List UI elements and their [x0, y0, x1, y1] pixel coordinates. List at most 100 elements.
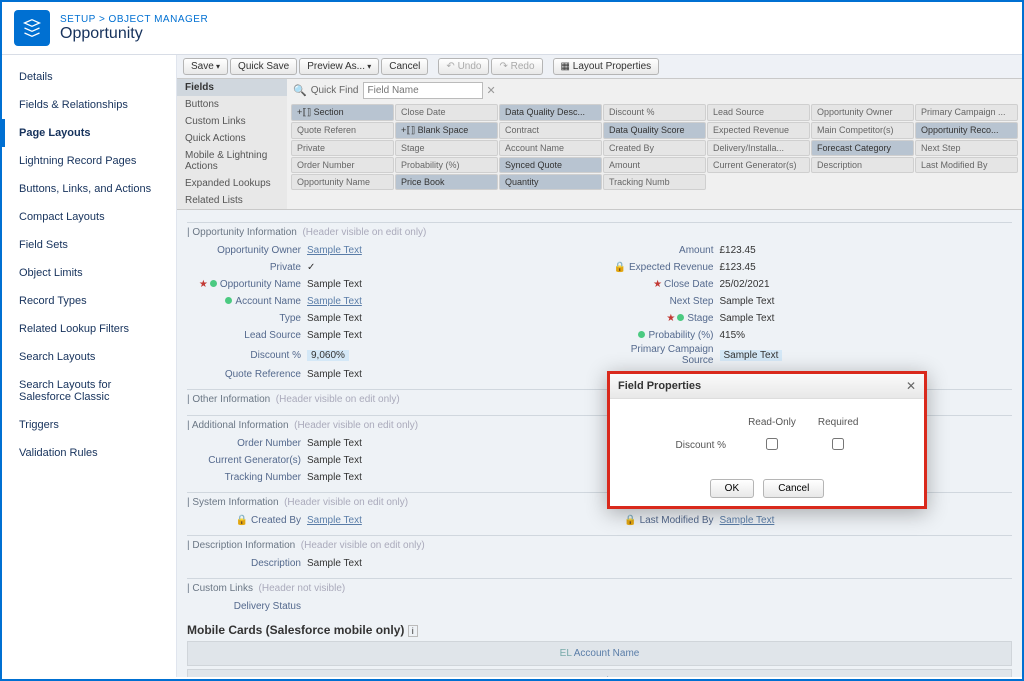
field-value[interactable]: Sample Text — [307, 296, 362, 307]
section-header: | Opportunity Information (Header visibl… — [187, 222, 1012, 242]
palette-field-chip[interactable]: Forecast Category — [811, 140, 914, 156]
palette-field-chip[interactable]: Quote Referen — [291, 122, 394, 139]
palette-category[interactable]: Expanded Lookups — [177, 175, 287, 192]
palette-field-chip[interactable]: Next Step — [915, 140, 1018, 156]
field-value[interactable]: £123.45 — [720, 262, 756, 273]
palette-field-chip[interactable]: Last Modified By — [915, 157, 1018, 173]
palette-field-chip[interactable]: Private — [291, 140, 394, 156]
cancel-button[interactable]: Cancel — [381, 58, 428, 75]
palette-field-chip[interactable]: Close Date — [395, 104, 498, 121]
app-frame: SETUP > OBJECT MANAGER Opportunity Detai… — [0, 0, 1024, 681]
field-value[interactable]: Sample Text — [307, 313, 362, 324]
palette-field-chip[interactable]: Synced Quote — [499, 157, 602, 173]
sidebar-item-validation-rules[interactable]: Validation Rules — [2, 439, 176, 467]
palette-field-chip[interactable]: Opportunity Name — [291, 174, 394, 190]
field-value[interactable]: Sample Text — [307, 245, 362, 256]
palette-field-chip[interactable]: Order Number — [291, 157, 394, 173]
field-value[interactable]: Sample Text — [307, 515, 362, 526]
field-value[interactable]: Sample Text — [307, 472, 362, 483]
palette-field-chip[interactable]: Contract — [499, 122, 602, 139]
field-value[interactable]: Sample Text — [307, 438, 362, 449]
field-value[interactable]: Sample Text — [307, 330, 362, 341]
sidebar-item-buttons-links-and-actions[interactable]: Buttons, Links, and Actions — [2, 175, 176, 203]
field-label: Current Generator(s) — [187, 455, 307, 466]
palette-category[interactable]: Quick Actions — [177, 130, 287, 147]
sidebar-item-object-limits[interactable]: Object Limits — [2, 259, 176, 287]
clear-icon[interactable]: ✕ — [487, 84, 496, 97]
sidebar-item-fields-relationships[interactable]: Fields & Relationships — [2, 91, 176, 119]
breadcrumb[interactable]: SETUP > OBJECT MANAGER — [60, 14, 208, 25]
redo-button[interactable]: ↷ Redo — [491, 58, 542, 75]
sidebar-item-page-layouts[interactable]: Page Layouts — [2, 119, 176, 147]
palette-category[interactable]: Fields — [177, 79, 287, 96]
field-value[interactable]: £123.45 — [720, 245, 756, 256]
field-label: Tracking Number — [187, 472, 307, 483]
mobile-card[interactable]: EL Opportunity Owner — [187, 669, 1012, 677]
quicksave-button[interactable]: Quick Save — [230, 58, 297, 75]
sidebar-item-record-types[interactable]: Record Types — [2, 287, 176, 315]
palette-field-chip[interactable]: Account Name — [499, 140, 602, 156]
palette-field-chip[interactable]: Delivery/Installa... — [707, 140, 810, 156]
palette-field-chip[interactable]: Stage — [395, 140, 498, 156]
palette-field-chip[interactable]: Opportunity Reco... — [915, 122, 1018, 139]
readonly-checkbox[interactable] — [766, 438, 778, 450]
layout-properties-button[interactable]: ▦ Layout Properties — [553, 58, 660, 75]
sidebar-item-field-sets[interactable]: Field Sets — [2, 231, 176, 259]
palette-category[interactable]: Mobile & Lightning Actions — [177, 147, 287, 175]
sidebar-item-details[interactable]: Details — [2, 63, 176, 91]
field-value[interactable]: Sample Text — [307, 369, 362, 380]
palette-field-chip[interactable]: Created By — [603, 140, 706, 156]
palette-field-chip[interactable]: Price Book — [395, 174, 498, 190]
sidebar-item-related-lookup-filters[interactable]: Related Lookup Filters — [2, 315, 176, 343]
sidebar-item-triggers[interactable]: Triggers — [2, 411, 176, 439]
palette-field-chip[interactable]: Tracking Numb — [603, 174, 706, 190]
ok-button[interactable]: OK — [710, 479, 754, 498]
palette-field-chip[interactable]: Amount — [603, 157, 706, 173]
field-value[interactable]: 9,060% — [307, 350, 349, 361]
field-value[interactable]: Sample Text — [720, 313, 775, 324]
modal-cancel-button[interactable]: Cancel — [763, 479, 824, 498]
mobile-card[interactable]: EL Account Name — [187, 641, 1012, 666]
close-icon[interactable]: ✕ — [906, 379, 916, 393]
field-label: Order Number — [187, 438, 307, 449]
save-button[interactable]: Save — [183, 58, 228, 75]
palette-field-chip[interactable]: Description — [811, 157, 914, 173]
undo-button[interactable]: ↶ Undo — [438, 58, 489, 75]
field-value[interactable]: Sample Text — [307, 558, 362, 569]
palette-field-chip[interactable]: +⟦⟧ Section — [291, 104, 394, 121]
palette-field-chip[interactable]: Lead Source — [707, 104, 810, 121]
sidebar-item-compact-layouts[interactable]: Compact Layouts — [2, 203, 176, 231]
palette-field-chip[interactable]: Current Generator(s) — [707, 157, 810, 173]
palette-field-chip[interactable]: Discount % — [603, 104, 706, 121]
field-label: 🔒Created By — [187, 515, 307, 526]
quickfind-input[interactable] — [363, 82, 483, 99]
required-checkbox[interactable] — [832, 438, 844, 450]
field-value[interactable]: 25/02/2021 — [720, 279, 770, 290]
field-label: ★Opportunity Name — [187, 279, 307, 290]
palette-field-chip[interactable]: Data Quality Desc... — [499, 104, 602, 121]
sidebar-item-search-layouts[interactable]: Search Layouts — [2, 343, 176, 371]
field-value[interactable]: 415% — [720, 330, 746, 341]
field-value[interactable]: Sample Text — [307, 455, 362, 466]
field-label: Account Name — [187, 296, 307, 307]
field-value[interactable]: Sample Text — [307, 279, 362, 290]
palette-category[interactable]: Related Lists — [177, 192, 287, 209]
object-manager-sidebar: DetailsFields & RelationshipsPage Layout… — [2, 55, 177, 677]
palette-category[interactable]: Custom Links — [177, 113, 287, 130]
palette-field-chip[interactable]: Quantity — [499, 174, 602, 190]
sidebar-item-search-layouts-for-salesforce-classic[interactable]: Search Layouts for Salesforce Classic — [2, 371, 176, 411]
field-value[interactable]: Sample Text — [720, 350, 783, 361]
palette-category[interactable]: Buttons — [177, 96, 287, 113]
preview-button[interactable]: Preview As... — [299, 58, 379, 75]
palette-field-chip[interactable]: Primary Campaign ... — [915, 104, 1018, 121]
palette-field-chip[interactable]: Probability (%) — [395, 157, 498, 173]
sidebar-item-lightning-record-pages[interactable]: Lightning Record Pages — [2, 147, 176, 175]
field-value[interactable]: ✓ — [307, 262, 315, 273]
field-value[interactable]: Sample Text — [720, 515, 775, 526]
palette-field-chip[interactable]: +⟦⟧ Blank Space — [395, 122, 498, 139]
palette-field-chip[interactable]: Data Quality Score — [603, 122, 706, 139]
field-value[interactable]: Sample Text — [720, 296, 775, 307]
palette-field-chip[interactable]: Opportunity Owner — [811, 104, 914, 121]
palette-field-chip[interactable]: Main Competitor(s) — [811, 122, 914, 139]
palette-field-chip[interactable]: Expected Revenue — [707, 122, 810, 139]
